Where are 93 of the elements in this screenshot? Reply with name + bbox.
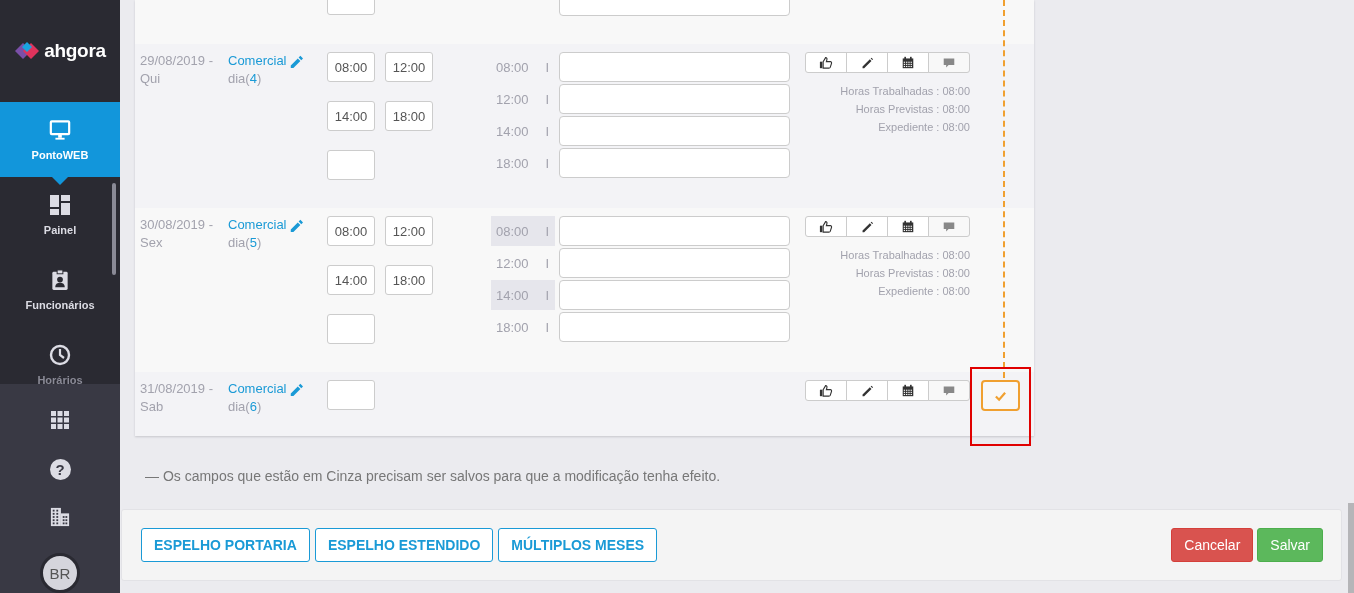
separator: I xyxy=(545,287,549,303)
calendar-button[interactable] xyxy=(887,52,929,73)
speech-bubble-icon xyxy=(942,56,956,69)
time-input-field[interactable]: 14:00 xyxy=(327,265,375,295)
thumbs-up-icon xyxy=(819,56,833,69)
time-input-field[interactable]: 18:00 xyxy=(385,101,433,131)
calendar-button[interactable] xyxy=(887,216,929,237)
logo-icon xyxy=(14,42,41,60)
day-index-text: dia(6) xyxy=(228,398,263,416)
day-index-text: dia(4) xyxy=(228,70,263,88)
dashboard-icon xyxy=(49,193,71,216)
time-input-field[interactable] xyxy=(327,150,375,180)
pencil-icon xyxy=(860,56,874,69)
time-input-field[interactable]: 12:00 xyxy=(385,52,433,82)
time-input-field[interactable] xyxy=(327,380,375,410)
punch-time: 12:00 xyxy=(496,255,529,271)
approve-button[interactable] xyxy=(805,380,847,401)
calendar-button[interactable] xyxy=(887,380,929,401)
punch-time: 14:00 xyxy=(496,287,529,303)
punch-input-field[interactable] xyxy=(559,312,790,342)
edit-button[interactable] xyxy=(846,216,888,237)
nav-item[interactable]: Painel xyxy=(0,177,120,252)
thumbs-up-icon xyxy=(819,384,833,397)
time-input-field[interactable]: 18:00 xyxy=(385,265,433,295)
pencil-icon xyxy=(288,218,303,232)
punch-input-field[interactable] xyxy=(559,52,790,82)
speech-bubble-icon xyxy=(942,220,956,233)
calendar-icon xyxy=(901,220,915,233)
check-icon xyxy=(993,389,1007,402)
approve-button[interactable] xyxy=(805,216,847,237)
separator: I xyxy=(545,319,549,335)
edit-button[interactable] xyxy=(846,52,888,73)
separator: I xyxy=(545,123,549,139)
summary-text: Horas Trabalhadas : 08:00 xyxy=(840,84,970,99)
time-input-field[interactable]: 14:00 xyxy=(327,101,375,131)
time-input-field[interactable]: 08:00 xyxy=(327,52,375,82)
punch-time: 08:00 xyxy=(496,223,529,239)
avatar[interactable]: BR xyxy=(40,553,80,593)
punch-input-field[interactable] xyxy=(559,280,790,310)
time-input-field[interactable] xyxy=(327,314,375,344)
note-text: — Os campos que estão em Cinza precisam ser salvos para que a modificação tenha efeito. xyxy=(144,467,722,486)
pencil-icon xyxy=(860,220,874,233)
clock-icon xyxy=(49,343,71,366)
nav-item[interactable]: Horários xyxy=(0,327,120,384)
date-text: 30/08/2019 - xyxy=(140,216,214,234)
time-input-field[interactable]: 12:00 xyxy=(385,216,433,246)
grid-icon[interactable] xyxy=(51,411,69,429)
help-button[interactable]: ? xyxy=(49,459,71,480)
separator: I xyxy=(545,59,549,75)
summary-text: Expediente : 08:00 xyxy=(878,120,970,135)
pencil-icon xyxy=(288,54,303,68)
weekday-text: Sex xyxy=(140,234,164,252)
punch-input-field[interactable] xyxy=(559,248,790,278)
summary-text: Horas Previstas : 08:00 xyxy=(855,102,970,117)
day-index-text: dia(5) xyxy=(228,234,263,252)
sidebar-scrollbar[interactable] xyxy=(112,183,116,275)
summary-text: Expediente : 08:00 xyxy=(878,284,970,299)
punch-time: 12:00 xyxy=(496,91,529,107)
separator: I xyxy=(545,223,549,239)
approve-button[interactable] xyxy=(805,52,847,73)
check-button[interactable] xyxy=(980,380,1020,411)
punch-time: 18:00 xyxy=(496,155,529,171)
cancel-button[interactable]: Cancelar xyxy=(1171,528,1254,562)
time-input-field[interactable]: 08:00 xyxy=(327,216,375,246)
summary-text: Horas Trabalhadas : 08:00 xyxy=(840,248,970,263)
punch-input-field[interactable] xyxy=(559,116,790,146)
id-badge-icon xyxy=(49,268,71,291)
monitor-icon xyxy=(49,118,71,141)
punch-time: 18:00 xyxy=(496,319,529,335)
separator: I xyxy=(545,91,549,107)
scrollbar-thumb[interactable] xyxy=(1348,503,1354,593)
separator: I xyxy=(545,155,549,171)
date-text: 31/08/2019 - xyxy=(140,380,214,398)
pencil-icon xyxy=(860,384,874,397)
calendar-icon xyxy=(901,384,915,397)
punch-input-field[interactable] xyxy=(559,216,790,246)
date-text: 29/08/2019 - xyxy=(140,52,214,70)
logo-text: ahgora xyxy=(44,40,106,62)
thumbs-up-icon xyxy=(819,220,833,233)
punch-time: 14:00 xyxy=(496,123,529,139)
separator: I xyxy=(545,255,549,271)
speech-bubble-icon xyxy=(942,384,956,397)
summary-text: Horas Previstas : 08:00 xyxy=(855,266,970,281)
punch-input-field[interactable] xyxy=(559,84,790,114)
weekday-text: Qui xyxy=(140,70,162,88)
punch-time: 08:00 xyxy=(496,59,529,75)
edit-button[interactable] xyxy=(846,380,888,401)
calendar-icon xyxy=(901,56,915,69)
nav-item[interactable]: Funcionários xyxy=(0,252,120,327)
pencil-icon xyxy=(288,382,303,396)
punch-input-field[interactable] xyxy=(559,148,790,178)
building-icon[interactable] xyxy=(50,507,70,527)
weekday-text: Sab xyxy=(140,398,165,416)
